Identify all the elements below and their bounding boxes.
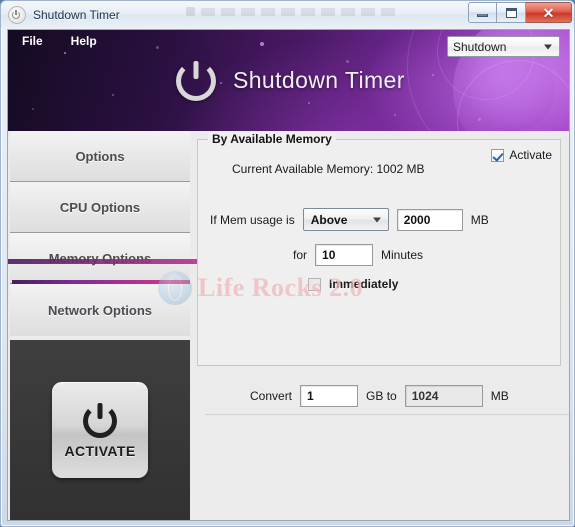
duration-unit: Minutes [381,248,424,262]
sidebar-item-network-options[interactable]: Network Options [10,284,190,336]
convert-label: Convert [250,389,293,403]
immediately-checkbox-row[interactable]: Immediately [308,277,398,291]
activate-button-label: ACTIVATE [64,443,136,459]
window-controls: ✕ [468,2,572,23]
duration-label: for [293,248,308,262]
sidebar-item-cpu-options[interactable]: CPU Options [10,182,190,233]
close-icon: ✕ [542,4,555,21]
background-window-dot [186,7,195,16]
activate-checkbox[interactable] [491,148,505,162]
close-button[interactable]: ✕ [526,2,572,23]
chevron-down-icon [372,217,381,222]
current-available-memory: Current Available Memory: 1002 MB [232,162,425,176]
maximize-icon [505,7,517,18]
shutdown-mode-select[interactable]: Shutdown [447,36,560,57]
minimize-button[interactable] [468,2,497,23]
convert-mb-output: 1024 [404,385,483,407]
sidebar-item-label: CPU Options [59,199,141,215]
chevron-down-icon [544,44,552,49]
banner-circle-medium [469,46,555,131]
title-bar: Shutdown Timer ✕ [1,1,574,28]
duration-row: for 10 Minutes [293,244,423,266]
convert-unit: MB [490,389,509,403]
group-divider [205,414,569,415]
menu-item-help[interactable]: Help [67,32,101,50]
sidebar-item-label: Network Options [47,302,152,318]
immediately-checkbox[interactable] [308,277,321,291]
comparison-value: Above [310,212,348,227]
banner-circle-outline [457,60,569,131]
app-banner: Shutdown Timer File Help Shutdown [8,30,569,131]
watermark-bar [8,259,204,264]
power-icon [176,60,216,101]
menu-item-file[interactable]: File [18,32,47,50]
convert-middle-label: GB to [366,389,397,403]
sidebar-item-options[interactable]: Options [10,131,190,182]
background-window-strip [186,5,396,18]
banner-title: Shutdown Timer [233,67,405,93]
window-title: Shutdown Timer [33,7,120,22]
background-window-text [201,7,396,16]
by-available-memory-group: By Available Memory Activate Current Ava… [197,132,569,415]
shutdown-mode-value: Shutdown [453,39,507,54]
activate-checkbox-label: Activate [509,148,552,162]
menu-bar: File Help [8,30,101,52]
client-area: Shutdown Timer File Help Shutdown Option… [7,29,570,521]
maximize-button[interactable] [497,2,526,23]
minimize-icon [477,14,488,17]
power-clock-icon [8,5,26,24]
convert-gb-input[interactable]: 1 [300,385,359,407]
mem-threshold-unit: MB [470,212,489,227]
activate-checkbox-row[interactable]: Activate [491,148,552,162]
application-window: Shutdown Timer ✕ Shutdown Timer File Hel… [0,0,575,527]
mem-usage-row: If Mem usage is Above 2000 MB [210,208,489,231]
convert-row: Convert 1 GB to 1024 MB [250,385,509,407]
activate-button[interactable]: ACTIVATE [52,382,148,478]
mem-threshold-input[interactable]: 2000 [396,208,463,231]
immediately-checkbox-label: Immediately [329,277,399,291]
comparison-select[interactable]: Above [302,208,389,231]
mem-usage-label: If Mem usage is [210,212,295,227]
main-content: Life Rocks 2.0 By Available Memory Activ… [8,131,569,520]
duration-input[interactable]: 10 [315,244,374,266]
group-title: By Available Memory [208,132,336,146]
sidebar-item-label: Options [75,148,125,164]
banner-content: Shutdown Timer [176,60,405,101]
power-icon [83,404,117,438]
activate-panel: ACTIVATE [10,340,190,520]
